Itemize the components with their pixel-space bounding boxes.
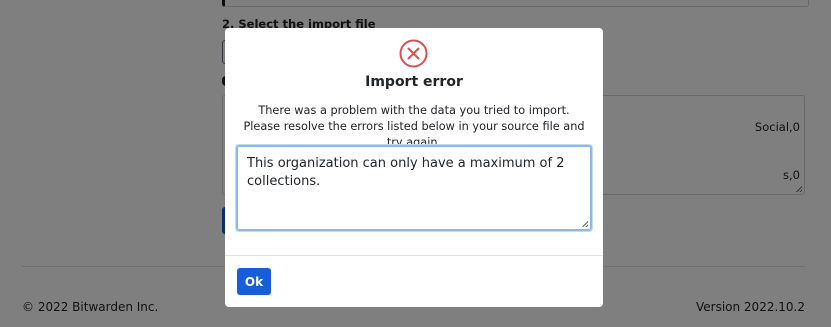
resize-handle-icon[interactable] — [581, 220, 588, 227]
dialog-title: Import error — [365, 74, 463, 90]
error-circle-x-icon — [399, 39, 428, 68]
dialog-message: There was a problem with the data you tr… — [243, 104, 585, 149]
error-text: This organization can only have a maximu… — [247, 156, 565, 189]
error-list-textarea[interactable]: This organization can only have a maximu… — [236, 145, 592, 231]
import-error-dialog: Import error There was a problem with th… — [225, 28, 603, 307]
ok-button[interactable]: Ok — [237, 268, 271, 295]
dialog-footer-divider — [225, 255, 603, 256]
